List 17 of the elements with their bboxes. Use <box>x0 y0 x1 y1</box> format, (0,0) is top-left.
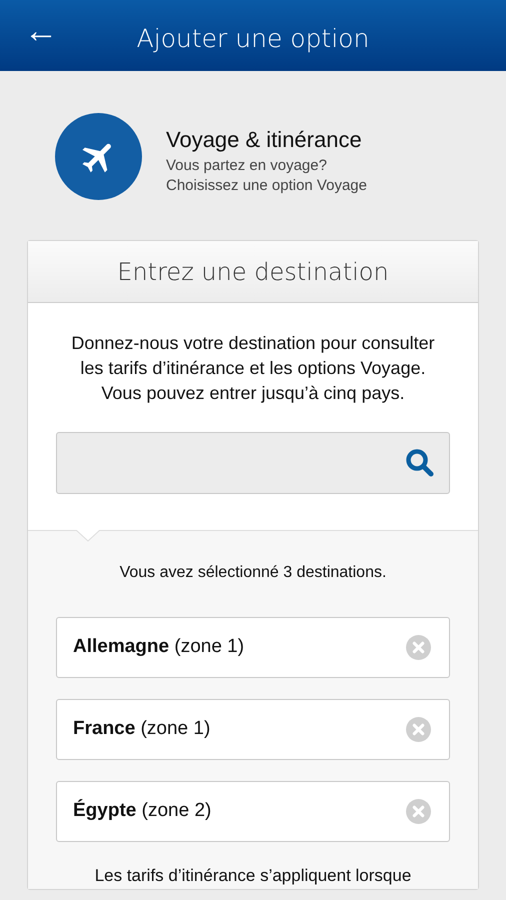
remove-icon[interactable] <box>406 717 431 742</box>
subtitle-text: Choisissez une option Voyage <box>166 176 367 196</box>
subtitle-text: Vous partez en voyage? <box>166 156 328 176</box>
destination-label: France (zone 1) <box>73 717 210 742</box>
remove-icon[interactable] <box>406 635 431 660</box>
roaming-note: Les tarifs d’itinérance s’appliquent lorsque <box>94 865 412 887</box>
screen-title: Ajouter une option <box>136 23 370 55</box>
selection-count-text: Vous avez sélectionné 3 destinations. <box>118 563 388 583</box>
search-icon[interactable] <box>405 448 435 478</box>
intro-text: Donnez-nous votre destination pour consulter les tarifs d’itinérance et les options Voyage. Vous pouvez entrer jusqu’à cinq pays. <box>70 332 436 405</box>
back-button[interactable]: ← <box>16 14 66 48</box>
card-title: Entrez une destination <box>117 256 389 288</box>
remove-icon[interactable] <box>406 799 431 824</box>
destination-label: Allemagne (zone 1) <box>73 635 244 660</box>
search-field[interactable] <box>56 432 450 494</box>
section-title: Voyage & itinérance <box>166 126 363 154</box>
destination-label: Égypte (zone 2) <box>73 798 212 824</box>
